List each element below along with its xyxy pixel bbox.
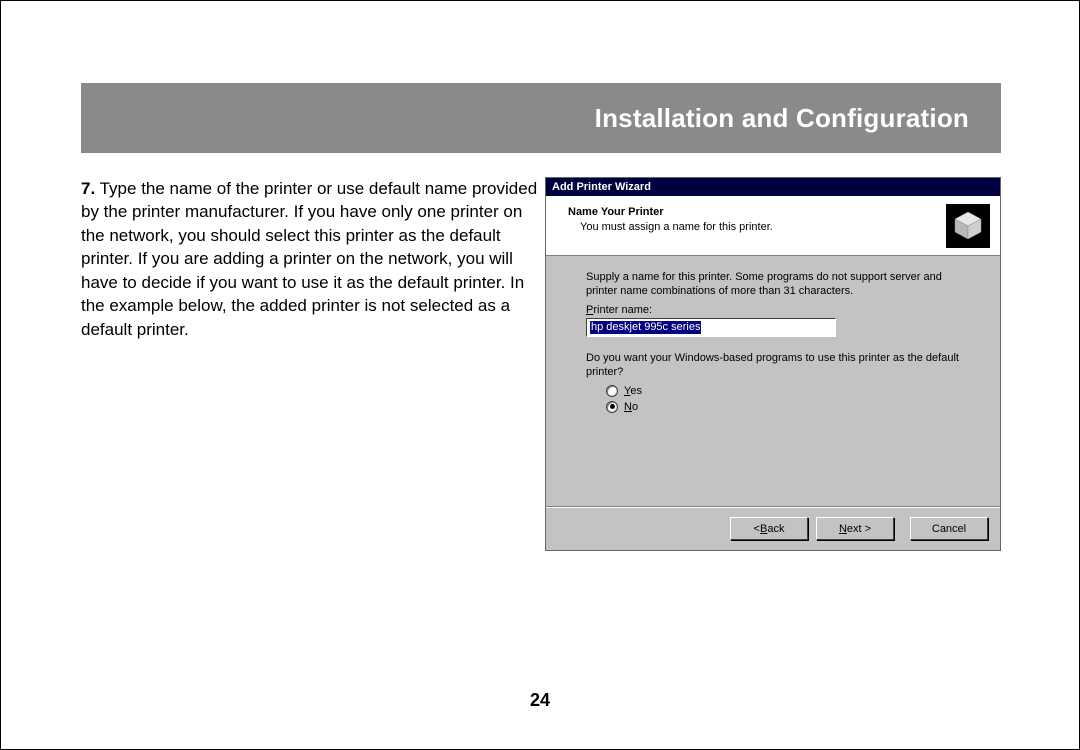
printer-name-value: hp deskjet 995c series: [590, 321, 701, 334]
printer-name-input[interactable]: hp deskjet 995c series: [586, 318, 836, 337]
printer-name-label: Printer name:: [586, 304, 960, 316]
radio-yes-label: Yes: [624, 385, 642, 397]
wizard-header: Name Your Printer You must assign a name…: [546, 196, 1000, 256]
cancel-button[interactable]: Cancel: [910, 517, 988, 540]
wizard-subheading: You must assign a name for this printer.: [580, 221, 986, 233]
next-button[interactable]: Next >: [816, 517, 894, 540]
wizard-button-bar: < Back Next > Cancel: [546, 506, 1000, 550]
radio-no-circle: [606, 401, 618, 413]
section-header: Installation and Configuration: [81, 83, 1001, 153]
back-button[interactable]: < Back: [730, 517, 808, 540]
add-printer-wizard-dialog: Add Printer Wizard Name Your Printer You…: [545, 177, 1001, 551]
section-title: Installation and Configuration: [595, 103, 969, 134]
manual-page: Installation and Configuration 7. Type t…: [0, 0, 1080, 750]
dialog-title: Add Printer Wizard: [552, 181, 651, 193]
printer-icon: [946, 204, 990, 248]
content-row: 7. Type the name of the printer or use d…: [81, 177, 1001, 551]
radio-no[interactable]: No: [606, 401, 960, 413]
step-text: Type the name of the printer or use defa…: [81, 179, 537, 339]
page-number: 24: [1, 690, 1079, 711]
step-instructions: 7. Type the name of the printer or use d…: [81, 177, 539, 341]
dialog-titlebar: Add Printer Wizard: [546, 178, 1000, 196]
wizard-body: Supply a name for this printer. Some pro…: [546, 256, 1000, 506]
radio-no-label: No: [624, 401, 638, 413]
step-number: 7.: [81, 179, 95, 198]
supply-text: Supply a name for this printer. Some pro…: [586, 270, 960, 298]
radio-yes-circle: [606, 385, 618, 397]
default-printer-question: Do you want your Windows-based programs …: [586, 351, 960, 379]
radio-yes[interactable]: Yes: [606, 385, 960, 397]
wizard-heading: Name Your Printer: [568, 206, 986, 218]
